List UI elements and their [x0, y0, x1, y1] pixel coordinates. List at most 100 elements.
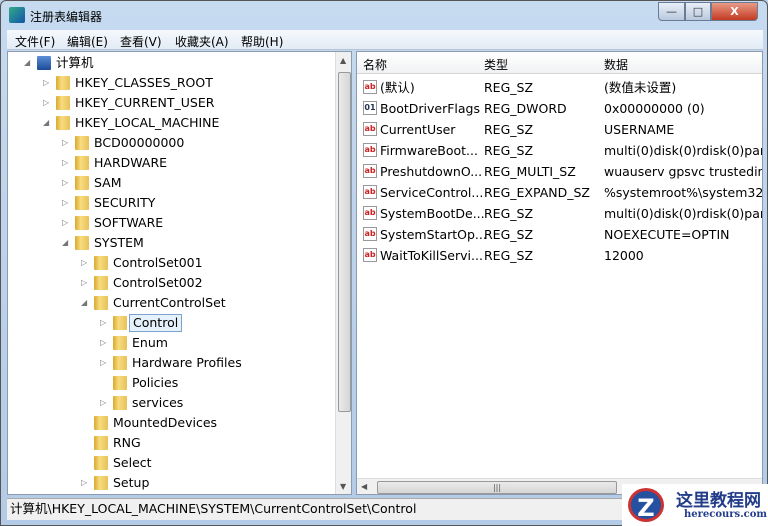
scroll-left-icon[interactable]: ◀ — [361, 482, 367, 491]
scroll-up-icon[interactable]: ▲ — [340, 56, 346, 65]
tree-node[interactable]: ▷ Enum — [8, 333, 334, 353]
minimize-button[interactable]: — — [658, 2, 685, 21]
folder-icon — [75, 136, 89, 150]
tree-node[interactable]: ▷ ControlSet002 — [8, 273, 334, 293]
list-row[interactable]: ab SystemStartOp... REG_SZ NOEXECUTE=OPTIN — [357, 224, 762, 245]
folder-icon — [94, 476, 108, 490]
registry-tree: ▲ ▼ ◢ 计算机 ▷ HKEY_CLASSES_ROOT ▷ HKEY_CURRENT_… — [7, 51, 352, 495]
maximize-button[interactable]: □ — [685, 2, 711, 21]
tree-node-label: BCD00000000 — [94, 135, 185, 150]
tree-node[interactable]: ▷ services — [8, 393, 334, 413]
menu-help[interactable]: 帮助(H) — [241, 33, 283, 50]
tree-node[interactable]: ▷ HKEY_CURRENT_USER — [8, 93, 334, 113]
menu-edit[interactable]: 编辑(E) — [67, 33, 108, 50]
tree-node-label: CurrentControlSet — [113, 295, 226, 310]
folder-icon — [113, 396, 127, 410]
folder-icon — [113, 376, 127, 390]
folder-icon — [113, 336, 127, 350]
expand-arrow-icon[interactable]: ▷ — [81, 259, 89, 267]
value-name: ServiceControl... — [380, 185, 484, 200]
tree-node-label: ControlSet001 — [113, 255, 203, 270]
tree-node[interactable]: ▷ SOFTWARE — [8, 213, 334, 233]
expand-arrow-icon[interactable]: ▷ — [100, 319, 108, 327]
tree-node[interactable]: ▷ Hardware Profiles — [8, 353, 334, 373]
expand-arrow-icon[interactable]: ▷ — [62, 139, 70, 147]
scrollbar-thumb[interactable]: ||| — [377, 481, 617, 494]
expand-arrow-icon[interactable]: ▷ — [62, 159, 70, 167]
menu-file[interactable]: 文件(F) — [15, 33, 55, 50]
expand-arrow-icon[interactable]: ▷ — [43, 99, 51, 107]
expand-arrow-icon[interactable]: ▷ — [62, 219, 70, 227]
tree-node-label: Enum — [132, 335, 168, 350]
menu-favorites[interactable]: 收藏夹(A) — [175, 33, 229, 50]
tree-node[interactable]: ▷ Setup — [8, 473, 334, 493]
tree-vertical-scrollbar[interactable]: ▲ ▼ — [335, 52, 351, 494]
value-data: multi(0)disk(0)rdisk(0)partit — [604, 206, 763, 221]
watermark-logo: Z — [628, 488, 664, 522]
collapse-arrow-icon[interactable]: ◢ — [43, 119, 51, 127]
tree-node-label: HKEY_CURRENT_USER — [75, 95, 215, 110]
tree-node[interactable]: ◢ 计算机 — [8, 53, 334, 73]
expand-arrow-icon[interactable]: ▷ — [62, 179, 70, 187]
window-title: 注册表编辑器 — [30, 10, 103, 24]
tree-node[interactable]: ◢ CurrentControlSet — [8, 293, 334, 313]
scroll-down-icon[interactable]: ▼ — [340, 482, 346, 491]
expand-arrow-icon[interactable]: ▷ — [81, 479, 89, 487]
column-data-header[interactable]: 数据 — [604, 56, 628, 73]
expand-arrow-icon[interactable]: ▷ — [62, 199, 70, 207]
tree-node-label: MountedDevices — [113, 415, 218, 430]
list-row[interactable]: ab PreshutdownO... REG_MULTI_SZ wuauserv gp… — [357, 161, 762, 182]
expand-arrow-icon[interactable]: ▷ — [100, 359, 108, 367]
list-row[interactable]: ab CurrentUser REG_SZ USERNAME — [357, 119, 762, 140]
folder-icon — [94, 296, 108, 310]
list-row[interactable]: ab SystemBootDe... REG_SZ multi(0)disk(0)rd… — [357, 203, 763, 224]
tree-node[interactable]: ▷ HARDWARE — [8, 153, 334, 173]
tree-node[interactable]: Select — [8, 453, 334, 473]
expand-arrow-icon[interactable]: ▷ — [100, 339, 108, 347]
string-icon: ab — [363, 185, 377, 199]
tree-node[interactable]: ▷ SAM — [8, 173, 334, 193]
folder-icon — [75, 176, 89, 190]
tree-node[interactable]: ▷ SECURITY — [8, 193, 334, 213]
folder-icon — [75, 156, 89, 170]
tree-node[interactable]: ▷ Control — [8, 313, 334, 333]
collapse-arrow-icon[interactable]: ◢ — [81, 299, 89, 307]
folder-icon — [75, 236, 89, 250]
tree-node-label: HKEY_LOCAL_MACHINE — [75, 115, 220, 130]
tree-node[interactable]: RNG — [8, 433, 334, 453]
tree-node[interactable]: Policies — [8, 373, 334, 393]
tree-node[interactable]: MountedDevices — [8, 413, 334, 433]
expand-arrow-icon[interactable]: ▷ — [81, 279, 89, 287]
list-row[interactable]: ab FirmwareBoot... REG_SZ multi(0)disk(0)rd… — [357, 140, 762, 161]
string-icon: ab — [363, 206, 377, 220]
tree-node[interactable]: ◢ SYSTEM — [8, 233, 334, 253]
collapse-arrow-icon[interactable]: ◢ — [62, 239, 70, 247]
string-icon: ab — [363, 80, 377, 94]
list-row[interactable]: ab WaitToKillServi... REG_SZ 12000 — [357, 245, 762, 266]
list-row[interactable]: 01 BootDriverFlags REG_DWORD 0x00000000 (0) — [357, 98, 762, 119]
tree-node[interactable]: ▷ BCD00000000 — [8, 133, 334, 153]
value-data: %systemroot%\system32\s — [604, 185, 763, 200]
list-row[interactable]: ab ServiceControl... REG_EXPAND_SZ %systemr… — [357, 182, 763, 203]
expand-arrow-icon[interactable]: ▷ — [43, 79, 51, 87]
watermark-url: herecours.com — [684, 509, 768, 520]
value-name: PreshutdownO... — [380, 164, 483, 179]
tree-node-label: 计算机 — [56, 55, 94, 70]
title-bar[interactable]: 注册表编辑器 — □ X — [1, 1, 768, 29]
value-name: SystemBootDe... — [380, 206, 485, 221]
tree-node[interactable]: ◢ HKEY_LOCAL_MACHINE — [8, 113, 334, 133]
close-button[interactable]: X — [711, 2, 758, 21]
watermark-title: 这里教程网 — [676, 491, 761, 511]
folder-icon — [75, 196, 89, 210]
column-type-header[interactable]: 类型 — [484, 56, 508, 73]
tree-node-label: Policies — [132, 375, 179, 390]
expand-arrow-icon[interactable]: ▷ — [100, 399, 108, 407]
collapse-arrow-icon[interactable]: ◢ — [24, 59, 32, 67]
value-data: (数值未设置) — [604, 80, 677, 95]
menu-view[interactable]: 查看(V) — [120, 33, 162, 50]
tree-node[interactable]: ▷ HKEY_CLASSES_ROOT — [8, 73, 334, 93]
list-row[interactable]: ab (默认) REG_SZ (数值未设置) — [357, 77, 762, 98]
column-name-header[interactable]: 名称 — [363, 56, 387, 73]
tree-node[interactable]: ▷ ControlSet001 — [8, 253, 334, 273]
scrollbar-thumb[interactable] — [338, 72, 351, 412]
